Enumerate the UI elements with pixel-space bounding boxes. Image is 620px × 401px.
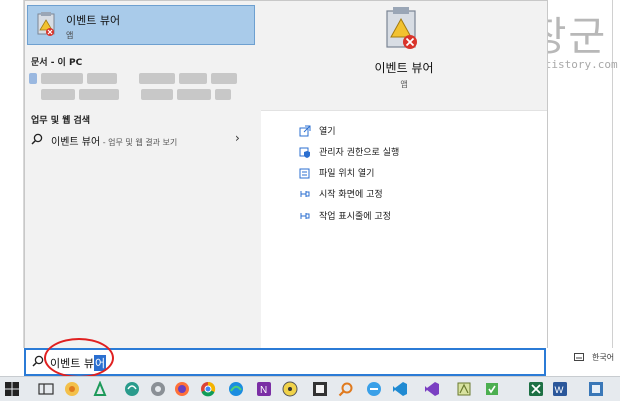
annotation-highlight-circle [44, 338, 114, 378]
blurred-block [215, 89, 231, 100]
action-label: 열기 [319, 127, 336, 137]
action-label: 작업 표시줄에 고정 [319, 212, 391, 222]
app-icon[interactable] [282, 381, 298, 397]
app-icon[interactable] [312, 381, 328, 397]
blurred-block [211, 73, 237, 84]
svg-text:N: N [260, 385, 267, 396]
action-label: 시작 화면에 고정 [319, 190, 383, 200]
blurred-block [141, 89, 173, 100]
blurred-block [87, 73, 117, 84]
pin-icon [300, 213, 310, 219]
results-pane: 이벤트 뷰어 앱 문서 - 이 PC 업무 및 웹 검색 이벤트 뷰어 - 업무… [25, 1, 261, 349]
app-icon[interactable] [124, 381, 140, 397]
open-icon [299, 125, 311, 137]
action-open[interactable]: 열기 [299, 123, 499, 139]
word-icon[interactable]: W [552, 381, 568, 397]
best-match-result[interactable]: 이벤트 뷰어 앱 [27, 5, 255, 45]
blurred-block [179, 73, 207, 84]
blurred-block [41, 89, 75, 100]
documents-section-label: 문서 - 이 PC [31, 58, 83, 68]
app-icon[interactable] [484, 381, 500, 397]
web-section-label: 업무 및 웹 검색 [31, 116, 91, 126]
app-icon[interactable] [150, 381, 166, 397]
action-run-as-admin[interactable]: 관리자 권한으로 실행 [299, 144, 499, 160]
vscode-icon[interactable] [392, 381, 408, 397]
search-icon [31, 133, 43, 145]
language-indicator[interactable]: 한국어 [592, 352, 614, 363]
action-label: 관리자 권한으로 실행 [319, 148, 400, 158]
preview-pane: 이벤트 뷰어 앱 열기 관리자 권한으로 실행 파일 위치 열기 시작 화면에 … [261, 1, 547, 349]
desktop-background-left [0, 0, 24, 348]
blurred-block [29, 73, 37, 84]
app-icon[interactable] [588, 381, 604, 397]
web-result-text: 이벤트 뷰어 - 업무 및 웹 결과 보기 [51, 133, 177, 148]
onenote-icon[interactable]: N [256, 381, 272, 397]
app-icon[interactable] [366, 381, 382, 397]
svg-text:W: W [555, 385, 564, 396]
web-result-query: 이벤트 뷰어 [51, 137, 101, 148]
action-open-file-location[interactable]: 파일 위치 열기 [299, 165, 499, 181]
search-icon [32, 355, 44, 367]
visual-studio-icon[interactable] [424, 381, 440, 397]
window-edge [612, 0, 613, 348]
search-icon[interactable] [338, 381, 354, 397]
event-viewer-icon [386, 7, 417, 49]
windows-start-icon[interactable] [4, 381, 20, 397]
action-label: 파일 위치 열기 [319, 169, 375, 179]
web-search-result[interactable]: 이벤트 뷰어 - 업무 및 웹 결과 보기 › [29, 129, 255, 151]
web-result-suffix: - 업무 및 웹 결과 보기 [100, 138, 178, 147]
action-pin-to-taskbar[interactable]: 작업 표시줄에 고정 [299, 208, 499, 224]
edge-icon[interactable] [228, 381, 244, 397]
taskbar: N W [0, 376, 620, 401]
keyboard-icon[interactable] [574, 352, 584, 362]
blurred-block [177, 89, 211, 100]
start-search-panel: 이벤트 뷰어 앱 문서 - 이 PC 업무 및 웹 검색 이벤트 뷰어 - 업무… [24, 0, 548, 349]
chrome-icon[interactable] [200, 381, 216, 397]
best-match-type: 앱 [66, 31, 74, 40]
blurred-block [41, 73, 83, 84]
chevron-right-icon[interactable]: › [235, 131, 240, 145]
best-match-title: 이벤트 뷰어 [66, 14, 121, 27]
shield-icon [299, 147, 310, 158]
pin-icon [300, 191, 310, 197]
app-icon[interactable] [64, 381, 80, 397]
event-viewer-icon [37, 12, 55, 36]
app-icon[interactable] [92, 381, 108, 397]
excel-icon[interactable] [528, 381, 544, 397]
preview-title: 이벤트 뷰어 [374, 61, 434, 75]
firefox-icon[interactable] [174, 381, 190, 397]
task-view-icon[interactable] [38, 381, 54, 397]
blurred-block [139, 73, 175, 84]
preview-header: 이벤트 뷰어 앱 [261, 1, 547, 111]
action-pin-to-start[interactable]: 시작 화면에 고정 [299, 186, 499, 202]
app-icon[interactable] [456, 381, 472, 397]
blurred-block [79, 89, 119, 100]
folder-icon [299, 168, 310, 179]
preview-type: 앱 [400, 80, 408, 89]
